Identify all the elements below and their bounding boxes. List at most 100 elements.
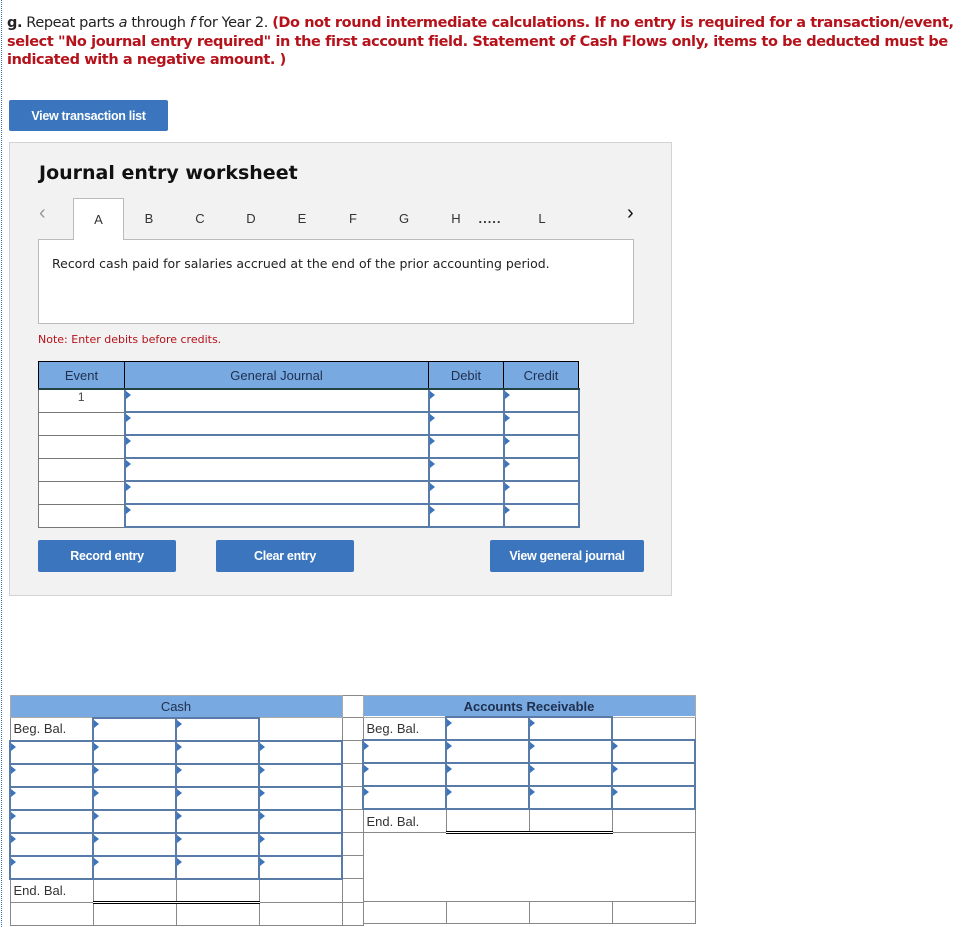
account-dropdown[interactable] — [123, 388, 430, 413]
cash-left-account-dropdown[interactable] — [9, 854, 94, 880]
ar-end-bal-label: End. Bal. — [362, 808, 447, 833]
tab-c[interactable]: C — [188, 198, 212, 239]
debit-input[interactable] — [427, 503, 505, 528]
cash-credit-input[interactable] — [175, 739, 260, 765]
cash-credit-input[interactable] — [175, 831, 260, 857]
input-indicator-icon — [429, 483, 435, 491]
cash-debit-input[interactable] — [92, 854, 177, 880]
ar-left-account-dropdown[interactable] — [362, 739, 447, 764]
empty-cell — [258, 901, 343, 926]
debit-input[interactable] — [427, 480, 505, 505]
ar-right-account-dropdown[interactable] — [611, 739, 696, 764]
dropdown-indicator-icon — [613, 788, 618, 796]
tab-l[interactable]: L — [530, 198, 554, 239]
debit-input[interactable] — [427, 457, 505, 482]
tab-g[interactable]: G — [392, 198, 416, 239]
ar-credit-input[interactable] — [528, 762, 613, 787]
table-row: 1 — [38, 388, 580, 413]
cash-left-account-dropdown[interactable] — [9, 785, 94, 811]
cash-right-account-dropdown[interactable] — [258, 785, 343, 811]
ar-right-account-dropdown[interactable] — [611, 762, 696, 787]
credit-input[interactable] — [502, 503, 580, 528]
tab-h[interactable]: H — [444, 198, 468, 239]
cash-left-account-dropdown[interactable] — [9, 762, 94, 788]
account-dropdown[interactable] — [123, 480, 430, 505]
input-indicator-icon — [94, 742, 99, 751]
cash-credit-input[interactable] — [175, 785, 260, 811]
view-transaction-list-button[interactable]: View transaction list — [9, 100, 168, 131]
ar-left-account-dropdown[interactable] — [362, 785, 447, 810]
account-dropdown[interactable] — [123, 411, 430, 436]
debits-note: Note: Enter debits before credits. — [38, 333, 222, 346]
cash-debit-input[interactable] — [92, 808, 177, 834]
cash-credit-input[interactable] — [175, 854, 260, 880]
cash-left-account-dropdown[interactable] — [9, 808, 94, 834]
transaction-description: Record cash paid for salaries accrued at… — [52, 256, 550, 271]
cash-right-account-dropdown[interactable] — [258, 831, 343, 857]
instr-through: through — [127, 15, 190, 31]
next-arrow-icon[interactable]: › — [627, 202, 634, 225]
ar-debit-input[interactable] — [445, 785, 530, 810]
ar-credit-input[interactable] — [528, 739, 613, 764]
ar-left-account-dropdown[interactable] — [362, 762, 447, 787]
ar-beg-credit-input[interactable] — [528, 716, 613, 741]
ar-beg-debit-input[interactable] — [445, 716, 530, 741]
cash-right-account-dropdown[interactable] — [258, 854, 343, 880]
debit-input[interactable] — [427, 388, 505, 413]
tab-d[interactable]: D — [239, 198, 263, 239]
cash-left-account-dropdown[interactable] — [9, 739, 94, 765]
cash-debit-input[interactable] — [92, 762, 177, 788]
cash-debit-input[interactable] — [92, 785, 177, 811]
dropdown-indicator-icon — [11, 788, 16, 797]
dropdown-indicator-icon — [11, 857, 16, 866]
cash-credit-input[interactable] — [175, 762, 260, 788]
view-general-journal-button[interactable]: View general journal — [490, 540, 644, 572]
table-row — [38, 480, 580, 505]
instr-text-after: for Year 2. — [194, 15, 273, 31]
ar-credit-input[interactable] — [528, 785, 613, 810]
ar-debit-input[interactable] — [445, 762, 530, 787]
spacer-cell — [341, 740, 364, 764]
input-indicator-icon — [530, 788, 535, 796]
input-indicator-icon — [504, 483, 510, 491]
cash-left-account-dropdown[interactable] — [9, 831, 94, 857]
cash-debit-input[interactable] — [92, 831, 177, 857]
input-indicator-icon — [530, 742, 535, 750]
input-indicator-icon — [429, 391, 435, 399]
credit-input[interactable] — [502, 411, 580, 436]
debit-input[interactable] — [427, 434, 505, 459]
cash-beg-debit-input[interactable] — [92, 716, 177, 742]
input-indicator-icon — [177, 742, 182, 751]
transaction-description-box: Record cash paid for salaries accrued at… — [38, 239, 634, 324]
event-cell — [38, 457, 125, 482]
cash-beg-credit-input[interactable] — [175, 716, 260, 742]
account-dropdown[interactable] — [123, 457, 430, 482]
cash-right-account-dropdown[interactable] — [258, 808, 343, 834]
credit-input[interactable] — [502, 434, 580, 459]
account-dropdown[interactable] — [123, 503, 430, 528]
spacer-cell — [341, 763, 364, 787]
dropdown-indicator-icon — [125, 483, 131, 491]
cash-debit-input[interactable] — [92, 739, 177, 765]
dropdown-indicator-icon — [125, 391, 131, 399]
cash-right-account-dropdown[interactable] — [258, 739, 343, 765]
ar-right-account-dropdown[interactable] — [611, 785, 696, 810]
credit-input[interactable] — [502, 388, 580, 413]
debit-input[interactable] — [427, 411, 505, 436]
cash-credit-input[interactable] — [175, 808, 260, 834]
empty-cell — [611, 808, 696, 833]
credit-input[interactable] — [502, 480, 580, 505]
cash-right-account-dropdown[interactable] — [258, 762, 343, 788]
clear-entry-button[interactable]: Clear entry — [216, 540, 354, 572]
dropdown-indicator-icon — [125, 414, 131, 422]
account-dropdown[interactable] — [123, 434, 430, 459]
tab-f[interactable]: F — [341, 198, 365, 239]
tab-a[interactable]: A — [73, 198, 124, 240]
prev-arrow-icon[interactable]: ‹ — [39, 202, 46, 225]
record-entry-button[interactable]: Record entry — [38, 540, 176, 572]
credit-input[interactable] — [502, 457, 580, 482]
ar-debit-input[interactable] — [445, 739, 530, 764]
tab-e[interactable]: E — [290, 198, 314, 239]
empty-cell — [258, 878, 343, 903]
tab-b[interactable]: B — [137, 198, 161, 239]
